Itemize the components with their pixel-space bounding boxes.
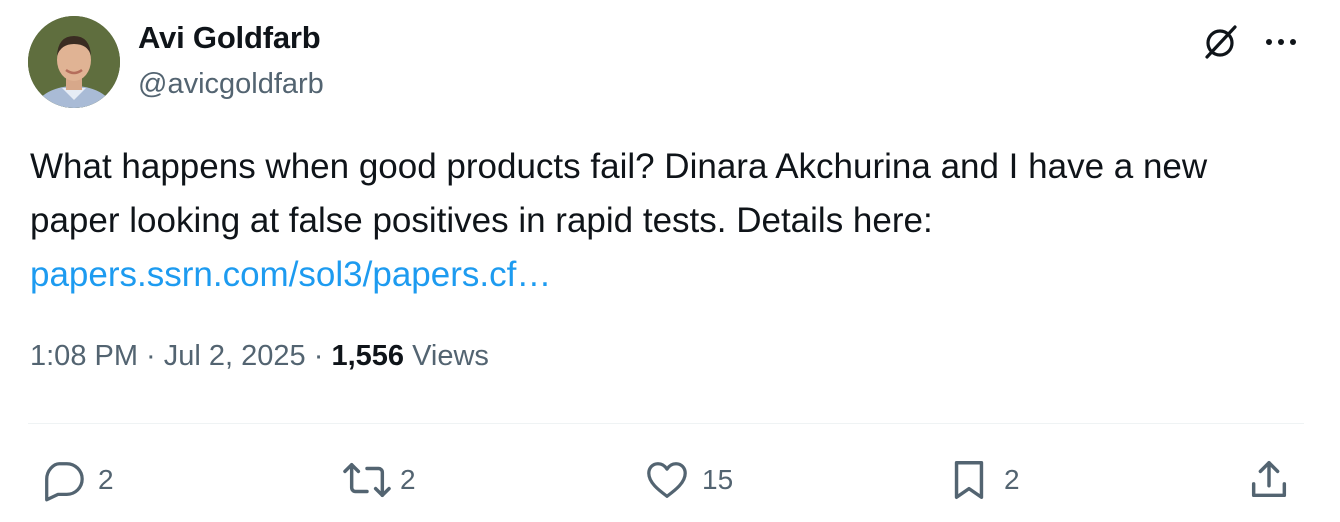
tweet-body: What happens when good products fail? Di… bbox=[30, 147, 1208, 240]
share-icon bbox=[1251, 461, 1287, 498]
author-name[interactable]: Avi Goldfarb bbox=[138, 20, 321, 56]
tweet-link[interactable]: papers.ssrn.com/sol3/papers.cf… bbox=[30, 255, 551, 294]
views-label: Views bbox=[412, 340, 489, 372]
reply-button[interactable]: 2 bbox=[40, 452, 114, 508]
avatar-photo bbox=[28, 16, 120, 108]
bookmark-button[interactable]: 2 bbox=[946, 452, 1020, 508]
author-handle[interactable]: @avicgoldfarb bbox=[138, 68, 324, 101]
avatar[interactable] bbox=[28, 16, 120, 108]
tweet-time[interactable]: 1:08 PM bbox=[30, 340, 138, 372]
share-button[interactable] bbox=[1246, 452, 1292, 508]
meta-separator: · bbox=[138, 340, 164, 372]
like-button[interactable]: 15 bbox=[644, 452, 733, 508]
repost-button[interactable]: 2 bbox=[342, 452, 416, 508]
more-button[interactable] bbox=[1258, 20, 1304, 64]
repost-icon bbox=[343, 462, 391, 498]
reply-icon bbox=[45, 462, 84, 502]
like-icon bbox=[647, 462, 687, 498]
repost-count: 2 bbox=[400, 464, 416, 495]
grok-button[interactable] bbox=[1198, 20, 1244, 64]
grok-icon bbox=[1205, 25, 1237, 59]
views-count: 1,556 bbox=[331, 340, 405, 372]
meta-separator: · bbox=[305, 340, 332, 372]
reply-count: 2 bbox=[98, 464, 114, 495]
tweet-text: What happens when good products fail? Di… bbox=[30, 140, 1290, 302]
divider bbox=[28, 423, 1304, 424]
like-count: 15 bbox=[702, 464, 734, 495]
more-icon bbox=[1266, 39, 1296, 45]
bookmark-icon bbox=[954, 461, 984, 499]
tweet-meta: 1:08 PM · Jul 2, 2025 · 1,556 Views bbox=[30, 340, 489, 373]
tweet-date[interactable]: Jul 2, 2025 bbox=[164, 340, 306, 372]
bookmark-count: 2 bbox=[1004, 464, 1020, 495]
